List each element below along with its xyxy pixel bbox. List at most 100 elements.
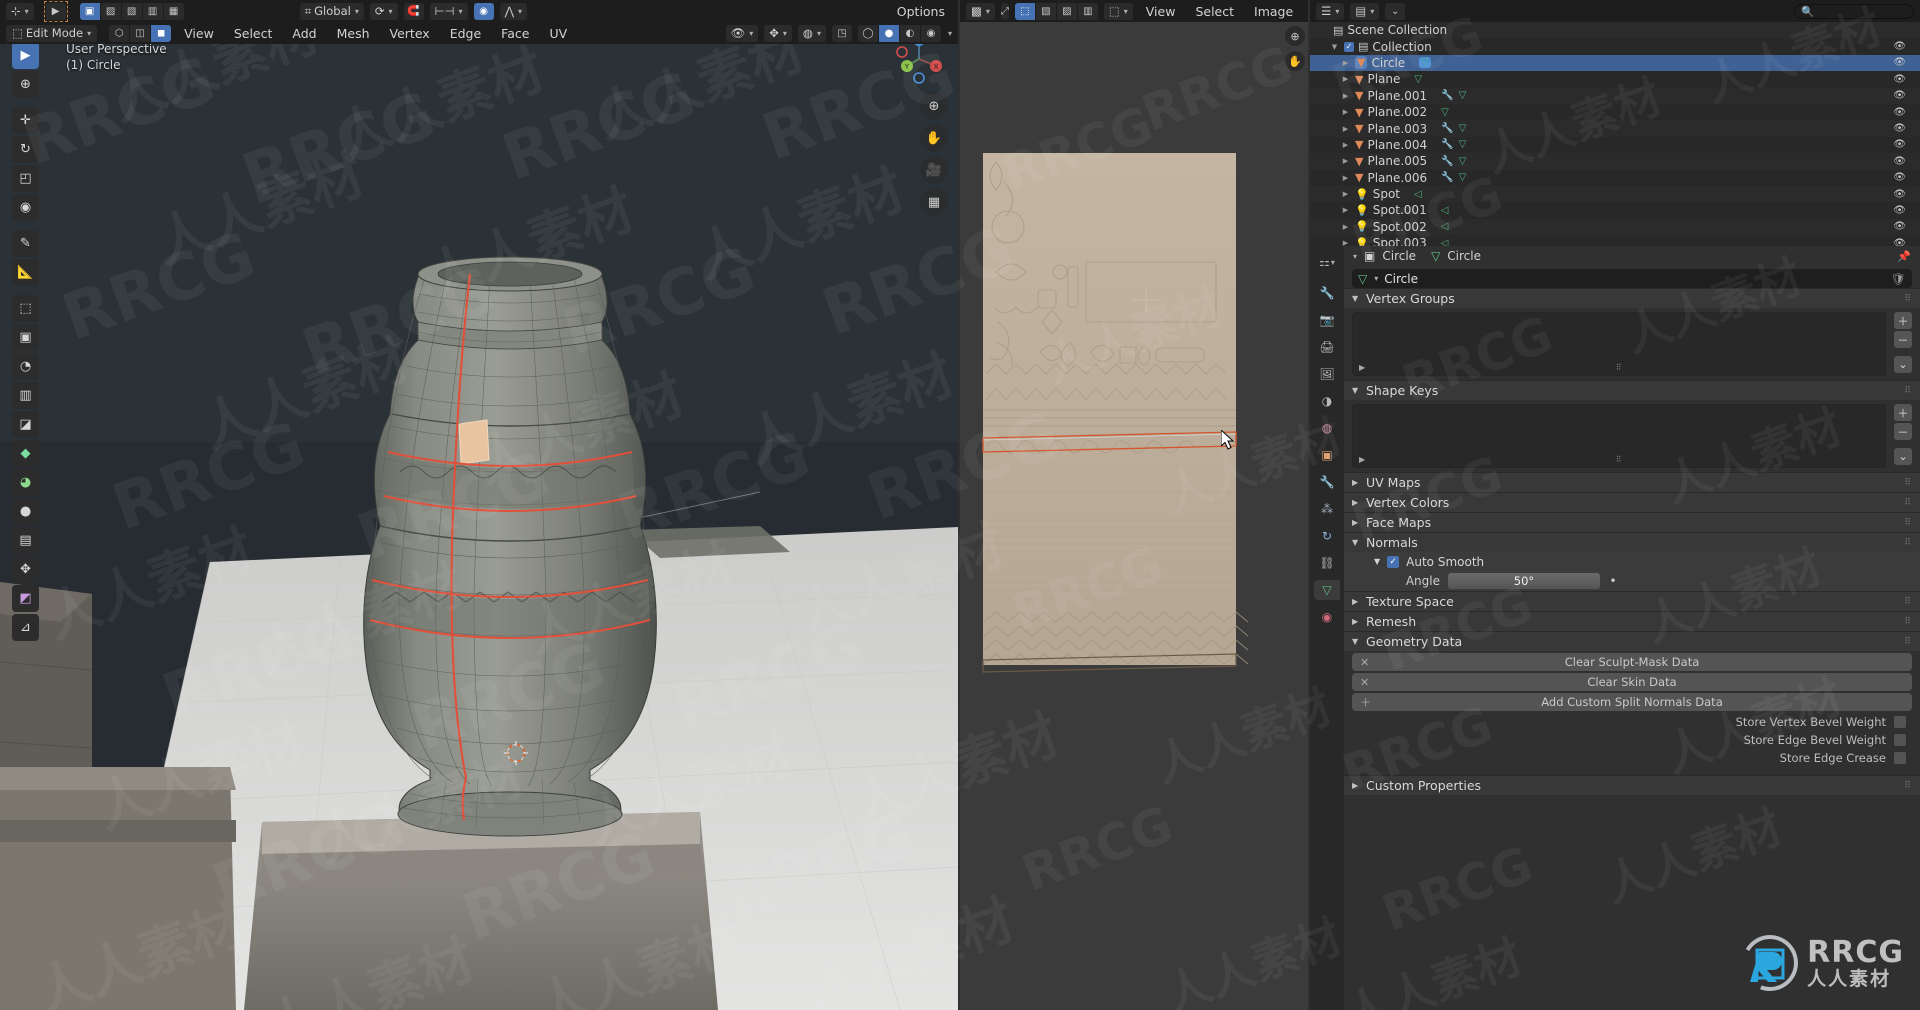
wireframe-shading-icon[interactable]: ◯ [857, 24, 878, 42]
select-new-icon[interactable]: ▣ [79, 2, 100, 20]
outliner-row-plane[interactable]: ▶ ▼ Plane ▽ 👁 [1310, 71, 1920, 87]
knife-tool[interactable]: ◪ [12, 411, 39, 438]
visibility-eye-icon[interactable]: 👁 [1893, 156, 1906, 167]
output-tab[interactable]: 🖨 [1316, 337, 1338, 357]
modifier-icon[interactable]: 🔧 [1441, 90, 1453, 101]
disclosure-triangle-icon[interactable]: ▶ [1340, 92, 1351, 100]
panel-header-custom-properties[interactable]: ▶ Custom Properties ⠿ [1344, 775, 1920, 795]
visibility-eye-icon[interactable]: 👁 [1893, 221, 1906, 232]
panel-header-texture-space[interactable]: ▶ Texture Space ⠿ [1344, 591, 1920, 611]
disclosure-triangle-icon[interactable]: ▶ [1340, 59, 1351, 67]
store-edge-bevel-weight-row[interactable]: Store Edge Bevel Weight [1344, 731, 1920, 749]
inset-faces-tool[interactable]: ▣ [12, 324, 39, 351]
outliner-row-spot[interactable]: ▶ 💡 Spot ◁ 👁 [1310, 185, 1920, 203]
mode-selector[interactable]: ⬚ Edit Mode ▾ [6, 24, 98, 42]
properties-editor[interactable]: ⚏ ▾ 🔧 📷 🖨 🖼 ◑ ◍ ▣ 🔧 ⁂ ↻ ⛓ ▽ ◉ ▾ ▣ Circle … [1310, 246, 1920, 1010]
transform-tool[interactable]: ◉ [12, 194, 39, 221]
store-vertex-bevel-weight-checkbox[interactable] [1894, 716, 1906, 728]
edge-slide-tool[interactable]: ▤ [12, 527, 39, 554]
mesh-data-icon[interactable]: ▽ [1414, 74, 1422, 85]
visibility-eye-icon[interactable]: 👁 [1893, 172, 1906, 183]
falloff-selector[interactable]: ⋀ ▾ [499, 2, 528, 20]
overlays-selector[interactable]: ◍ ▾ [797, 24, 826, 42]
modifier-icon[interactable]: 🔧 [1441, 139, 1453, 150]
rendered-shading-icon[interactable]: ◉ [920, 24, 941, 42]
disclosure-triangle-icon[interactable]: ▶ [1340, 141, 1351, 149]
outliner-filter-icon[interactable]: ⌄ [1385, 2, 1406, 20]
visibility-eye-icon[interactable]: 👁 [1893, 90, 1906, 101]
light-data-icon[interactable]: ◁ [1441, 221, 1449, 232]
menu-add[interactable]: Add [285, 24, 323, 43]
light-data-icon[interactable]: ◁ [1414, 189, 1422, 200]
solid-shading-icon[interactable]: ● [878, 24, 899, 42]
bevel-tool[interactable]: ◔ [12, 353, 39, 380]
shading-popover-icon[interactable]: ▾ [948, 29, 952, 38]
outliner-row-spot-001[interactable]: ▶ 💡 Spot.001 ◁ 👁 [1310, 202, 1920, 218]
visibility-eye-icon[interactable]: 👁 [1893, 74, 1906, 85]
gizmo-selector[interactable]: ✥ ▾ [764, 24, 792, 42]
uv-editor-type-selector[interactable]: ▩ ▾ [966, 2, 995, 20]
visibility-eye-icon[interactable]: 👁 [1893, 205, 1906, 216]
angle-animate-dot[interactable]: • [1608, 574, 1618, 588]
uv-edge-select-icon[interactable]: ▧ [1035, 2, 1056, 20]
smooth-tool[interactable]: ● [12, 498, 39, 525]
menu-mesh[interactable]: Mesh [330, 24, 377, 43]
poly-build-tool[interactable]: ◆ [12, 440, 39, 467]
disclosure-triangle-icon[interactable]: ▶ [1340, 157, 1351, 165]
vertex-groups-buttons[interactable]: ＋ － ⌄ [1894, 312, 1912, 376]
properties-editor-type-icon[interactable]: ⚏ ▾ [1316, 252, 1338, 272]
select-intersect-icon[interactable]: ▦ [163, 2, 184, 20]
disclosure-triangle-icon[interactable]: ▶ [1340, 75, 1351, 83]
zoom-button[interactable]: ⊕ [920, 92, 948, 120]
uv-menu-select[interactable]: Select [1188, 2, 1241, 21]
mesh-data-icon[interactable]: ▽ [1459, 123, 1467, 134]
outliner-row-scene-collection[interactable]: ▤ Scene Collection [1310, 22, 1920, 39]
disclosure-triangle-icon[interactable]: ▶ [1340, 206, 1351, 214]
shield-icon[interactable]: 🛡 [1891, 272, 1906, 286]
disclosure-triangle-icon[interactable]: ▶ [1340, 174, 1351, 182]
visibility-eye-icon[interactable]: 👁 [1893, 57, 1906, 68]
select-extend-icon[interactable]: ▨ [100, 2, 121, 20]
uv-vertex-select-icon[interactable]: ⬚ [1014, 2, 1035, 20]
visibility-eye-icon[interactable]: 👁 [1893, 107, 1906, 118]
menu-edge[interactable]: Edge [443, 24, 488, 43]
shrink-fatten-tool[interactable]: ✥ [12, 556, 39, 583]
clear-sculpt-mask-button[interactable]: ✕ Clear Sculpt-Mask Data [1352, 653, 1912, 671]
panel-header-geometry-data[interactable]: ▼ Geometry Data ⠿ [1344, 631, 1920, 651]
pivot-point-selector[interactable]: ⟳ ▾ [369, 2, 398, 20]
modifier-icon[interactable]: 🔧 [1441, 156, 1453, 167]
select-invert-icon[interactable]: ▥ [142, 2, 163, 20]
object-tab[interactable]: ▣ [1316, 445, 1338, 465]
auto-smooth-checkbox[interactable]: ✓ [1387, 555, 1400, 568]
loop-cut-tool[interactable]: ▥ [12, 382, 39, 409]
annotate-tool[interactable]: ✎ [12, 230, 39, 257]
clear-skin-data-button[interactable]: ✕ Clear Skin Data [1352, 673, 1912, 691]
collection-checkbox[interactable]: ✓ [1344, 41, 1354, 52]
disclosure-triangle-icon[interactable]: ▶ [1340, 108, 1351, 116]
mesh-data-icon[interactable]: ▽ [1419, 57, 1431, 69]
uv-menu-image[interactable]: Image [1247, 2, 1300, 21]
rip-region-tool[interactable]: ⊿ [12, 614, 39, 641]
render-tab[interactable]: 📷 [1316, 310, 1338, 330]
measure-tool[interactable]: 📐 [12, 259, 39, 286]
menu-face[interactable]: Face [494, 24, 536, 43]
outliner-tree[interactable]: ▤ Scene Collection ▼ ✓ ▤ Collection 👁 ▶ ▼ Circle ▽… [1310, 22, 1920, 246]
visibility-eye-icon[interactable]: 👁 [1893, 238, 1906, 246]
uv-menu-uv[interactable]: UV [1306, 2, 1308, 21]
panel-header-vertex-colors[interactable]: ▶ Vertex Colors ⠿ [1344, 492, 1920, 512]
outliner-row-spot-003[interactable]: ▶ 💡 Spot.003 ◁ 👁 [1310, 235, 1920, 246]
extrude-region-tool[interactable]: ⬚ [12, 295, 39, 322]
shape-key-specials-button[interactable]: ⌄ [1894, 448, 1912, 465]
face-select-icon[interactable]: ◼ [151, 24, 172, 42]
visibility-eye-icon[interactable]: 👁 [1893, 41, 1906, 52]
pin-icon[interactable]: 📌 [1897, 250, 1912, 263]
outliner-row-circle[interactable]: ▶ ▼ Circle ▽ 👁 [1310, 54, 1920, 72]
snap-to-selector[interactable]: ⊢⊣ ▾ [429, 2, 468, 20]
add-custom-split-normals-button[interactable]: ＋ Add Custom Split Normals Data [1352, 693, 1912, 711]
outliner-row-plane-004[interactable]: ▶ ▼ Plane.004 🔧 ▽ 👁 [1310, 137, 1920, 153]
outliner-row-plane-001[interactable]: ▶ ▼ Plane.001 🔧 ▽ 👁 [1310, 87, 1920, 104]
select-subtract-icon[interactable]: ▧ [121, 2, 142, 20]
shape-keys-buttons[interactable]: ＋ － ⌄ [1894, 404, 1912, 468]
outliner-row-spot-002[interactable]: ▶ 💡 Spot.002 ◁ 👁 [1310, 218, 1920, 236]
uv-menu-view[interactable]: View [1139, 2, 1183, 21]
